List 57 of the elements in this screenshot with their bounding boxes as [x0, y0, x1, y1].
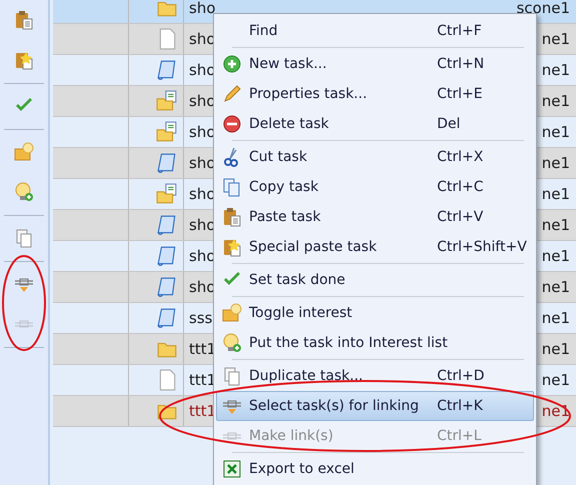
- menu-item[interactable]: New task... Ctrl+N: [216, 49, 534, 79]
- copy-pages-icon: [222, 177, 242, 197]
- scroll-icon: [156, 276, 178, 298]
- scroll-icon: [156, 214, 178, 236]
- plus-circle-icon: [222, 54, 242, 74]
- folder-bulb-icon: [14, 142, 34, 162]
- pencil-icon: [222, 84, 242, 104]
- folder-document-icon: [156, 90, 178, 112]
- menu-item[interactable]: Paste task Ctrl+V: [216, 202, 534, 232]
- copy-pages-icon: [14, 228, 34, 248]
- spreadsheet-icon: [222, 459, 242, 479]
- menu-item[interactable]: Special paste task Ctrl+Shift+V: [216, 232, 534, 262]
- table-cell: ttt1: [189, 402, 216, 420]
- table-cell: ne1: [542, 340, 570, 358]
- table-cell: ne1: [542, 154, 570, 172]
- table-cell: ne1: [542, 92, 570, 110]
- table-cell: ne1: [542, 402, 570, 420]
- table-cell: ne1: [542, 185, 570, 203]
- menu-item[interactable]: Set task done: [216, 265, 534, 295]
- table-cell: ne1: [542, 247, 570, 265]
- table-cell: ttt1: [189, 371, 216, 389]
- scroll-icon: [156, 59, 178, 81]
- clipboard-icon: [222, 207, 242, 227]
- clipboard-star-icon: [222, 237, 242, 257]
- table-cell: ne1: [542, 61, 570, 79]
- scroll-icon: [156, 245, 178, 267]
- menu-item[interactable]: Copy task Ctrl+C: [216, 172, 534, 202]
- menu-item[interactable]: Toggle interest: [216, 298, 534, 328]
- table-cell: ne1: [542, 371, 570, 389]
- minus-circle-icon: [222, 114, 242, 134]
- bulb-plus-icon: [14, 182, 34, 202]
- menu-item[interactable]: Cut task Ctrl+X: [216, 142, 534, 172]
- folder-bulb-icon: [222, 303, 242, 323]
- table-cell: sho: [189, 0, 216, 17]
- folder-document-icon: [156, 183, 178, 205]
- folder-icon: [156, 0, 178, 19]
- copy-pages-icon: [222, 366, 242, 386]
- menu-item[interactable]: Duplicate task... Ctrl+D: [216, 361, 534, 391]
- table-cell: ne1: [542, 216, 570, 234]
- menu-item[interactable]: Select task(s) for linking Ctrl+K: [216, 391, 534, 421]
- table-cell: ne1: [542, 278, 570, 296]
- bulb-plus-icon: [222, 333, 242, 353]
- scroll-icon: [156, 307, 178, 329]
- table-cell: ne1: [542, 123, 570, 141]
- table-cell: scone1: [516, 0, 570, 17]
- scroll-icon: [156, 152, 178, 174]
- table-cell: sss: [189, 309, 212, 327]
- menu-item[interactable]: Export to excel: [216, 454, 534, 484]
- menu-item[interactable]: Put the task into Interest list: [216, 328, 534, 358]
- menu-item[interactable]: Delete task Del: [216, 109, 534, 139]
- clipboard-star-icon: [14, 50, 34, 70]
- table-cell: ttt1: [189, 340, 216, 358]
- folder-document-icon: [156, 121, 178, 143]
- table-cell: ne1: [542, 30, 570, 48]
- clipboard-icon: [14, 10, 34, 30]
- menu-item[interactable]: Properties task... Ctrl+E: [216, 79, 534, 109]
- table-cell: ne1: [542, 309, 570, 327]
